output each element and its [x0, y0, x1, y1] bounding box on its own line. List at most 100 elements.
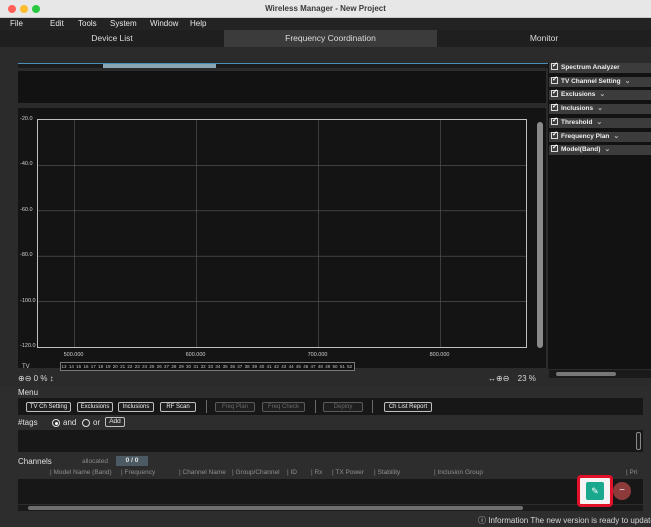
tv-channel-cell[interactable]: 49 [325, 364, 330, 369]
chevron-down-icon[interactable]: ⌄ [625, 78, 631, 85]
tv-channel-cell[interactable]: 14 [69, 364, 74, 369]
column-header[interactable]: | Frequency [121, 469, 155, 476]
tv-channel-cell[interactable]: 21 [120, 364, 125, 369]
tv-channel-cell[interactable]: 43 [281, 364, 286, 369]
ch-list-report-button[interactable]: Ch List Report [384, 402, 432, 412]
tv-channel-cell[interactable]: 47 [311, 364, 316, 369]
tv-channel-cell[interactable]: 52 [347, 364, 352, 369]
horizontal-resize-icon[interactable]: ↔ [488, 374, 496, 383]
tab-frequency-coordination[interactable]: Frequency Coordination [224, 30, 437, 47]
checkbox[interactable] [551, 88, 558, 98]
tv-channel-cell[interactable]: 26 [157, 364, 162, 369]
sidebar-item[interactable]: Threshold⌄ [549, 116, 651, 128]
menu-edit[interactable]: Edit [50, 19, 64, 28]
tv-channel-cell[interactable]: 27 [164, 364, 169, 369]
tv-channel-cell[interactable]: 46 [303, 364, 308, 369]
tv-channel-cell[interactable]: 32 [201, 364, 206, 369]
checkbox[interactable] [551, 143, 558, 153]
tv-channel-cell[interactable]: 38 [245, 364, 250, 369]
deploy-button[interactable]: Deploy [323, 402, 363, 412]
remove-button[interactable]: − [613, 482, 631, 500]
column-header[interactable]: | Rx [311, 469, 322, 476]
menu-system[interactable]: System [110, 19, 137, 28]
tv-channel-cell[interactable]: 28 [171, 364, 176, 369]
freq-check-button[interactable]: Freq Check [262, 402, 305, 412]
tv-channel-cell[interactable]: 22 [127, 364, 132, 369]
tv-channel-cell[interactable]: 24 [142, 364, 147, 369]
chevron-down-icon[interactable]: ⌄ [599, 91, 605, 98]
tv-channel-cell[interactable]: 34 [215, 364, 220, 369]
sidebar-item[interactable]: Inclusions⌄ [549, 102, 651, 115]
tv-channel-cell[interactable]: 19 [105, 364, 110, 369]
tv-channel-cell[interactable]: 29 [179, 364, 184, 369]
tv-channel-cell[interactable]: 33 [208, 364, 213, 369]
tv-channel-cell[interactable]: 37 [237, 364, 242, 369]
tv-channel-cell[interactable]: 16 [83, 364, 88, 369]
tv-channel-cell[interactable]: 17 [91, 364, 96, 369]
and-radio[interactable] [52, 419, 60, 427]
tv-channel-cell[interactable]: 35 [223, 364, 228, 369]
tv-channel-cell[interactable]: 23 [135, 364, 140, 369]
tv-channel-cell[interactable]: 39 [252, 364, 257, 369]
inclusions-button[interactable]: Inclusions [118, 402, 154, 412]
range-selection[interactable] [103, 64, 216, 68]
rf-scan-button[interactable]: RF Scan [160, 402, 196, 412]
tv-channel-cell[interactable]: 20 [113, 364, 118, 369]
menu-file[interactable]: File [10, 19, 23, 28]
checkbox[interactable] [551, 75, 558, 85]
column-header[interactable]: | Group/Channel [232, 469, 280, 476]
zoom-in-icon[interactable]: ⊕ [496, 374, 503, 383]
tv-channel-cell[interactable]: 36 [230, 364, 235, 369]
zoom-out-icon[interactable]: ⊖ [25, 374, 32, 383]
frequency-range-bar[interactable] [18, 63, 548, 68]
sidebar-item[interactable]: Exclusions⌄ [549, 88, 651, 101]
tags-area[interactable] [18, 430, 643, 452]
tv-channel-strip[interactable]: 13 14 15 16 17 18 19 20 21 22 23 24 25 26 27 28 29 30 31 32… [60, 362, 355, 371]
tv-channel-cell[interactable]: 50 [333, 364, 338, 369]
tv-ch-setting-button[interactable]: TV Ch Setting [26, 402, 71, 412]
tv-channel-cell[interactable]: 48 [318, 364, 323, 369]
tv-channel-cell[interactable]: 15 [76, 364, 81, 369]
sidebar-scroll-thumb[interactable] [556, 372, 616, 376]
zoom-in-icon[interactable]: ⊕ [18, 374, 25, 383]
column-header[interactable]: | TX Power [332, 469, 364, 476]
checkbox[interactable] [551, 61, 558, 71]
freq-plan-button[interactable]: Freq Plan [215, 402, 255, 412]
tv-channel-cell[interactable]: 44 [289, 364, 294, 369]
column-header[interactable]: | Stability [374, 469, 400, 476]
tv-channel-cell[interactable]: 30 [186, 364, 191, 369]
tv-channel-cell[interactable]: 41 [267, 364, 272, 369]
tv-channel-cell[interactable]: 51 [340, 364, 345, 369]
checkbox[interactable] [551, 130, 558, 140]
vertical-resize-icon[interactable]: ↕ [50, 374, 54, 383]
edit-button[interactable]: ✎ [586, 482, 604, 500]
chevron-down-icon[interactable]: ⌄ [613, 133, 619, 140]
column-header[interactable]: | Channel Name [179, 469, 226, 476]
channels-table[interactable] [18, 479, 643, 504]
menu-help[interactable]: Help [190, 19, 206, 28]
tv-channel-cell[interactable]: 18 [98, 364, 103, 369]
column-header[interactable]: | Inclusion Group [434, 469, 483, 476]
tv-channel-cell[interactable]: 25 [149, 364, 154, 369]
or-radio[interactable] [82, 419, 90, 427]
checkbox[interactable] [551, 102, 558, 112]
tv-channel-cell[interactable]: 40 [259, 364, 264, 369]
plot-area[interactable] [37, 119, 527, 348]
checkbox[interactable] [551, 116, 558, 126]
tab-monitor[interactable]: Monitor [437, 30, 651, 47]
chevron-down-icon[interactable]: ⌄ [597, 105, 603, 112]
exclusions-button[interactable]: Exclusions [77, 402, 113, 412]
sidebar-item[interactable]: Spectrum Analyzer [549, 61, 651, 73]
tv-channel-cell[interactable]: 13 [62, 364, 67, 369]
column-header[interactable]: | Model Name (Band) [50, 469, 112, 476]
menu-window[interactable]: Window [150, 19, 178, 28]
tv-channel-cell[interactable]: 31 [193, 364, 198, 369]
tags-scrollbar[interactable] [636, 432, 641, 450]
sidebar-item[interactable]: Frequency Plan⌄ [549, 130, 651, 142]
zoom-out-icon[interactable]: ⊖ [503, 374, 510, 383]
chart-vertical-scrollbar[interactable] [537, 122, 543, 348]
menu-tools[interactable]: Tools [78, 19, 97, 28]
sidebar-item[interactable]: Model(Band)⌄ [549, 143, 651, 156]
sidebar-item[interactable]: TV Channel Setting ⌄ [549, 75, 651, 87]
update-notification[interactable]: ⓘ Information The new version is ready t… [478, 515, 651, 526]
